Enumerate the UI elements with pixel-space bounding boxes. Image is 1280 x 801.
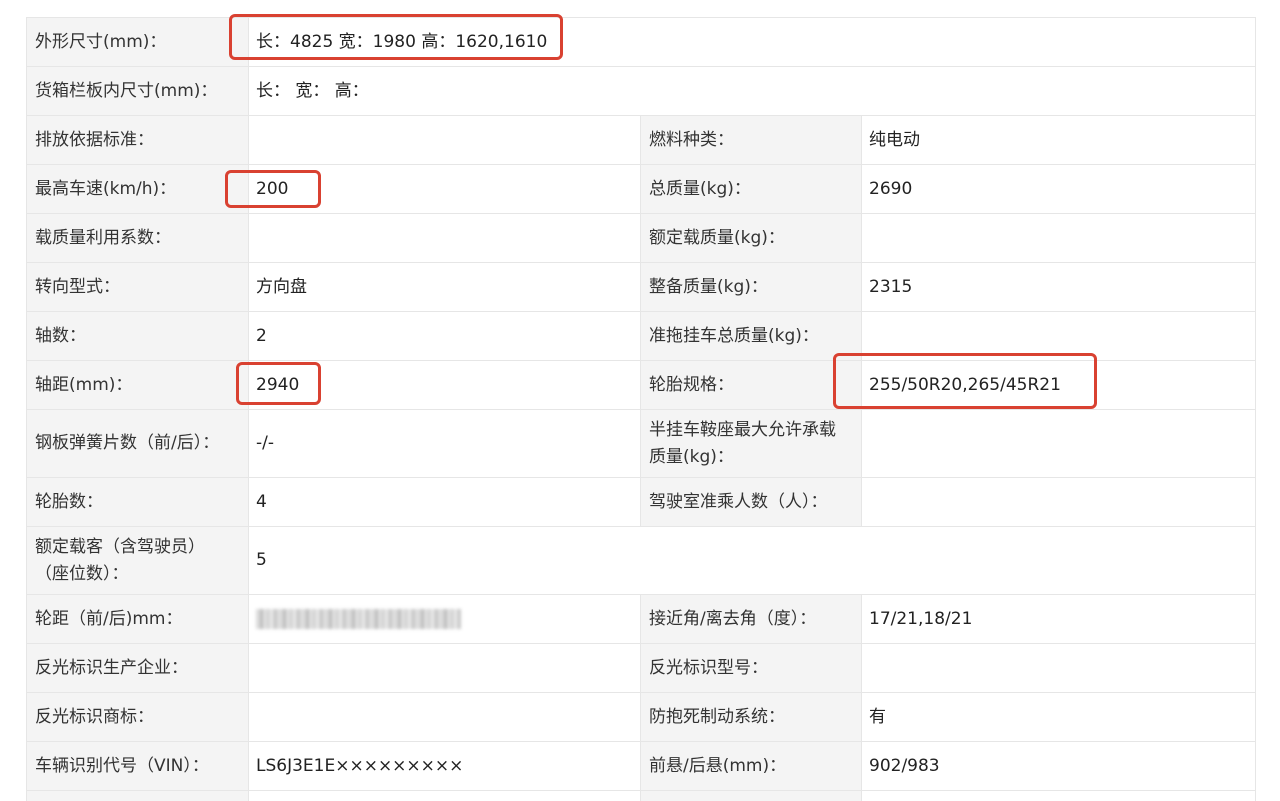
overhang-label: 前悬/后悬(mm)： [640,741,862,791]
emission-standard-value [248,115,641,165]
table-row: 反光标识商标： 防抱死制动系统： 有 [26,692,1257,742]
leaf-spring-label: 钢板弹簧片数（前/后）： [26,409,249,478]
table-row: 外形尺寸(mm)： 长：4825 宽：1980 高：1620,1610 [26,17,1257,67]
reflector-maker-value [248,643,641,693]
leaf-spring-value: -/- [248,409,641,478]
vin-label: 车辆识别代号（VIN）： [26,741,249,791]
rated-load-label: 额定载质量(kg)： [640,213,862,263]
tire-count-label: 轮胎数： [26,477,249,527]
table-row: 轮胎数： 4 驾驶室准乘人数（人）： [26,477,1257,527]
axle-count-value: 2 [248,311,641,361]
steering-type-label: 转向型式： [26,262,249,312]
seating-capacity-label: 额定载客（含驾驶员） （座位数）： [26,526,249,595]
wheelbase-value: 2940 [248,360,641,410]
wheelbase-label: 轴距(mm)： [26,360,249,410]
axle-count-label: 轴数： [26,311,249,361]
table-row: 车辆识别代号（VIN）： LS6J3E1E××××××××× 前悬/后悬(mm)… [26,741,1257,791]
seating-capacity-label-line2: （座位数）： [35,563,129,584]
abs-label: 防抱死制动系统： [640,692,862,742]
cut-off-cell [26,790,249,801]
table-row: 反光标识生产企业： 反光标识型号： [26,643,1257,693]
rated-load-value [860,213,1257,263]
table-row: 额定载客（含驾驶员） （座位数）： 5 [26,526,1257,595]
seating-capacity-label-line1: 额定载客（含驾驶员） [35,536,205,557]
fifth-wheel-load-value [860,409,1257,478]
cut-off-cell [248,790,641,801]
cut-off-cell [640,790,862,801]
trailer-mass-value [860,311,1257,361]
table-row: 轴数： 2 准拖挂车总质量(kg)： [26,311,1257,361]
curb-mass-label: 整备质量(kg)： [640,262,862,312]
gross-mass-value: 2690 [860,164,1257,214]
abs-value: 有 [860,692,1257,742]
steering-type-value: 方向盘 [248,262,641,312]
spec-page: 外形尺寸(mm)： 长：4825 宽：1980 高：1620,1610 货箱栏板… [0,0,1280,801]
fifth-wheel-load-label-line2: 质量(kg)： [649,446,734,467]
cargo-box-size-value: 长： 宽： 高： [247,66,1257,116]
max-speed-value: 200 [248,164,641,214]
tire-count-value: 4 [248,477,641,527]
load-utilization-label: 载质量利用系数： [26,213,249,263]
table-row: 钢板弹簧片数（前/后）： -/- 半挂车鞍座最大允许承载 质量(kg)： [26,409,1257,478]
reflector-brand-value [248,692,641,742]
table-row [26,790,1257,801]
reflector-maker-label: 反光标识生产企业： [26,643,249,693]
cab-occupants-label: 驾驶室准乘人数（人）： [640,477,862,527]
approach-departure-angle-value: 17/21,18/21 [860,594,1257,644]
cab-occupants-value [860,477,1257,527]
table-row: 排放依据标准： 燃料种类： 纯电动 [26,115,1257,165]
fuel-type-label: 燃料种类： [640,115,862,165]
load-utilization-value [248,213,641,263]
tire-spec-value: 255/50R20,265/45R21 [860,360,1257,410]
dimensions-value: 长：4825 宽：1980 高：1620,1610 [247,17,1257,67]
approach-departure-angle-label: 接近角/离去角（度）： [640,594,862,644]
max-speed-label: 最高车速(km/h)： [26,164,249,214]
table-row: 最高车速(km/h)： 200 总质量(kg)： 2690 [26,164,1257,214]
trailer-mass-label: 准拖挂车总质量(kg)： [640,311,862,361]
reflector-model-label: 反光标识型号： [640,643,862,693]
table-row: 货箱栏板内尺寸(mm)： 长： 宽： 高： [26,66,1257,116]
table-row: 轴距(mm)： 2940 轮胎规格： 255/50R20,265/45R21 [26,360,1257,410]
track-width-label: 轮距（前/后)mm： [26,594,249,644]
gross-mass-label: 总质量(kg)： [640,164,862,214]
fuel-type-value: 纯电动 [860,115,1257,165]
table-row: 转向型式： 方向盘 整备质量(kg)： 2315 [26,262,1257,312]
cut-off-cell [860,790,1257,801]
emission-standard-label: 排放依据标准： [26,115,249,165]
dimensions-label: 外形尺寸(mm)： [26,17,249,67]
vehicle-spec-table: 外形尺寸(mm)： 长：4825 宽：1980 高：1620,1610 货箱栏板… [26,17,1257,801]
table-row: 轮距（前/后)mm： 接近角/离去角（度）： 17/21,18/21 [26,594,1257,644]
vin-value: LS6J3E1E××××××××× [248,741,641,791]
curb-mass-value: 2315 [860,262,1257,312]
reflector-model-value [860,643,1257,693]
table-row: 载质量利用系数： 额定载质量(kg)： [26,213,1257,263]
fifth-wheel-load-label: 半挂车鞍座最大允许承载 质量(kg)： [640,409,862,478]
overhang-value: 902/983 [860,741,1257,791]
tire-spec-label: 轮胎规格： [640,360,862,410]
reflector-brand-label: 反光标识商标： [26,692,249,742]
fifth-wheel-load-label-line1: 半挂车鞍座最大允许承载 [649,419,836,440]
cargo-box-size-label: 货箱栏板内尺寸(mm)： [26,66,249,116]
blurred-redaction [256,608,461,629]
seating-capacity-value: 5 [247,526,1257,595]
track-width-value [248,594,641,644]
